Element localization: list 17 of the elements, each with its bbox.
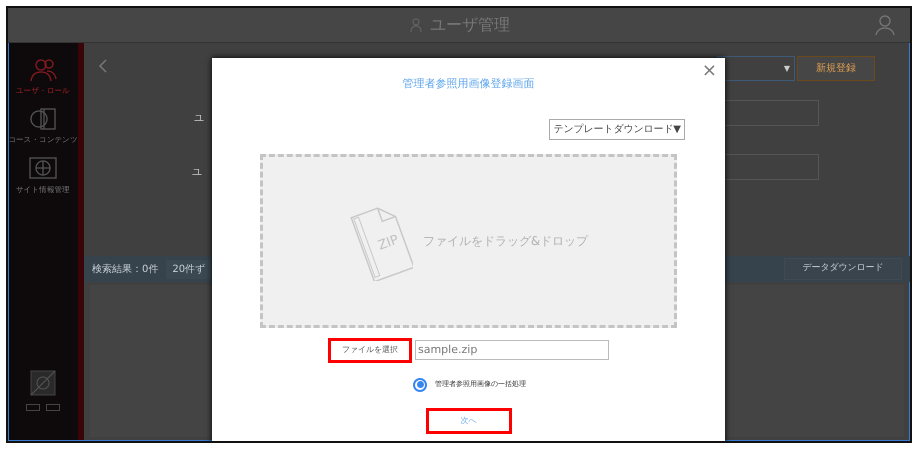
back-icon[interactable] <box>98 59 108 73</box>
next-button[interactable]: 次へ <box>426 408 512 434</box>
data-download-button[interactable]: データダウンロード <box>784 258 902 280</box>
page-size-select[interactable]: 20件ず <box>166 260 212 278</box>
field-label: ユ <box>192 166 202 180</box>
result-count: 検索結果：0件 <box>92 262 158 276</box>
template-download-button[interactable]: テンプレートダウンロード▼ <box>549 118 685 140</box>
choose-file-button[interactable]: ファイルを選択 <box>328 338 412 362</box>
account-icon[interactable] <box>874 14 896 36</box>
file-name-field[interactable]: sample.zip <box>415 340 609 360</box>
new-registration-button[interactable]: 新規登録 <box>797 56 875 81</box>
close-button[interactable]: × <box>702 62 717 80</box>
drop-zone-text: ファイルをドラッグ&ドロップ <box>422 232 588 250</box>
field-label: ユ <box>194 112 204 126</box>
radio-button[interactable] <box>413 378 427 392</box>
user-icon <box>408 17 424 33</box>
dialog-title: 管理者参照用画像登録画面 <box>402 76 534 92</box>
